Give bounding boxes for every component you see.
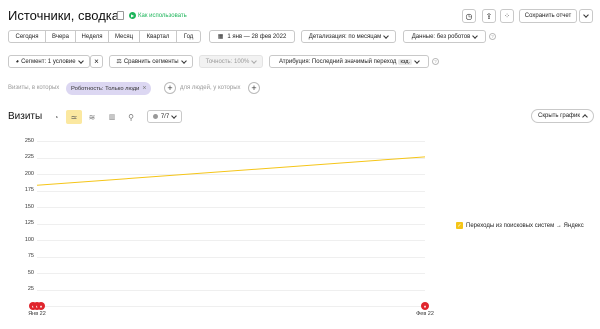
event-marker-icon[interactable]: ♦: [421, 302, 429, 310]
chart-svg: [36, 156, 426, 186]
chart-legend[interactable]: ✓ Переходы из поисковых систем → Яндекс: [456, 222, 584, 229]
legend-checkbox[interactable]: ✓: [456, 222, 463, 229]
visits-chart: 0255075100125150175200225250Янв 22Фев 22…: [0, 0, 600, 329]
series-line: [36, 156, 426, 186]
x-tick-label: Янв 22: [28, 311, 46, 317]
event-marker-icon[interactable]: ♦: [37, 302, 45, 310]
legend-series-label: Переходы из поисковых систем → Яндекс: [466, 222, 584, 229]
x-tick-label: Фев 22: [416, 311, 434, 317]
